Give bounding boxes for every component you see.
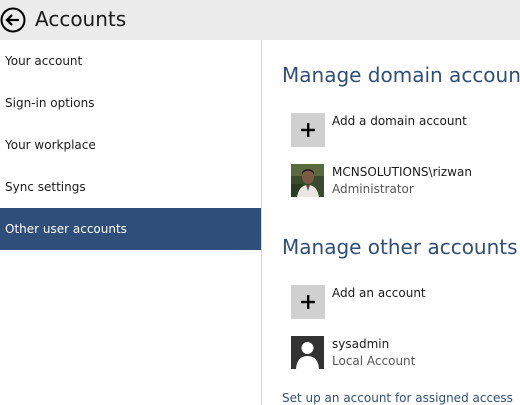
user-photo-avatar	[291, 164, 324, 197]
add-domain-account-label: Add a domain account	[332, 114, 467, 128]
add-account-button[interactable]: Add an account	[291, 285, 511, 319]
sidebar-item-your-account[interactable]: Your account	[0, 40, 261, 82]
plus-icon	[301, 123, 315, 137]
sidebar-item-your-workplace[interactable]: Your workplace	[0, 124, 261, 166]
sidebar-item-label: Sync settings	[5, 180, 86, 194]
add-tile	[291, 113, 325, 147]
sidebar-nav: Your account Sign-in options Your workpl…	[0, 40, 261, 405]
header-bar: Accounts	[0, 0, 520, 40]
assigned-access-link[interactable]: Set up an account for assigned access	[282, 390, 513, 405]
add-tile	[291, 285, 325, 319]
local-account-sysadmin[interactable]: sysadmin Local Account	[291, 336, 516, 370]
main-content: Manage domain accounts Add a domain acco…	[262, 40, 520, 405]
account-role: Administrator	[332, 182, 414, 196]
sidebar-item-label: Sign-in options	[5, 96, 95, 110]
domain-accounts-heading: Manage domain accounts	[282, 63, 520, 87]
back-button[interactable]	[0, 7, 26, 33]
sidebar-item-label: Other user accounts	[5, 222, 127, 236]
domain-account-rizwan[interactable]: MCNSOLUTIONS\rizwan Administrator	[291, 164, 516, 198]
add-account-label: Add an account	[332, 286, 426, 300]
account-name: MCNSOLUTIONS\rizwan	[332, 165, 472, 179]
other-accounts-heading: Manage other accounts	[282, 235, 518, 259]
sidebar-item-sync-settings[interactable]: Sync settings	[0, 166, 261, 208]
add-domain-account-button[interactable]: Add a domain account	[291, 113, 511, 147]
back-arrow-circle-icon	[0, 7, 26, 33]
default-user-icon	[291, 336, 324, 369]
sidebar-item-sign-in-options[interactable]: Sign-in options	[0, 82, 261, 124]
sidebar-item-other-user-accounts[interactable]: Other user accounts	[0, 208, 261, 250]
sidebar-item-label: Your account	[5, 54, 83, 68]
sidebar-item-label: Your workplace	[5, 138, 96, 152]
page-title: Accounts	[35, 7, 127, 31]
account-name: sysadmin	[332, 337, 390, 351]
plus-icon	[301, 295, 315, 309]
account-role: Local Account	[332, 354, 416, 368]
accounts-window: Accounts Your account Sign-in options Yo…	[0, 0, 520, 405]
